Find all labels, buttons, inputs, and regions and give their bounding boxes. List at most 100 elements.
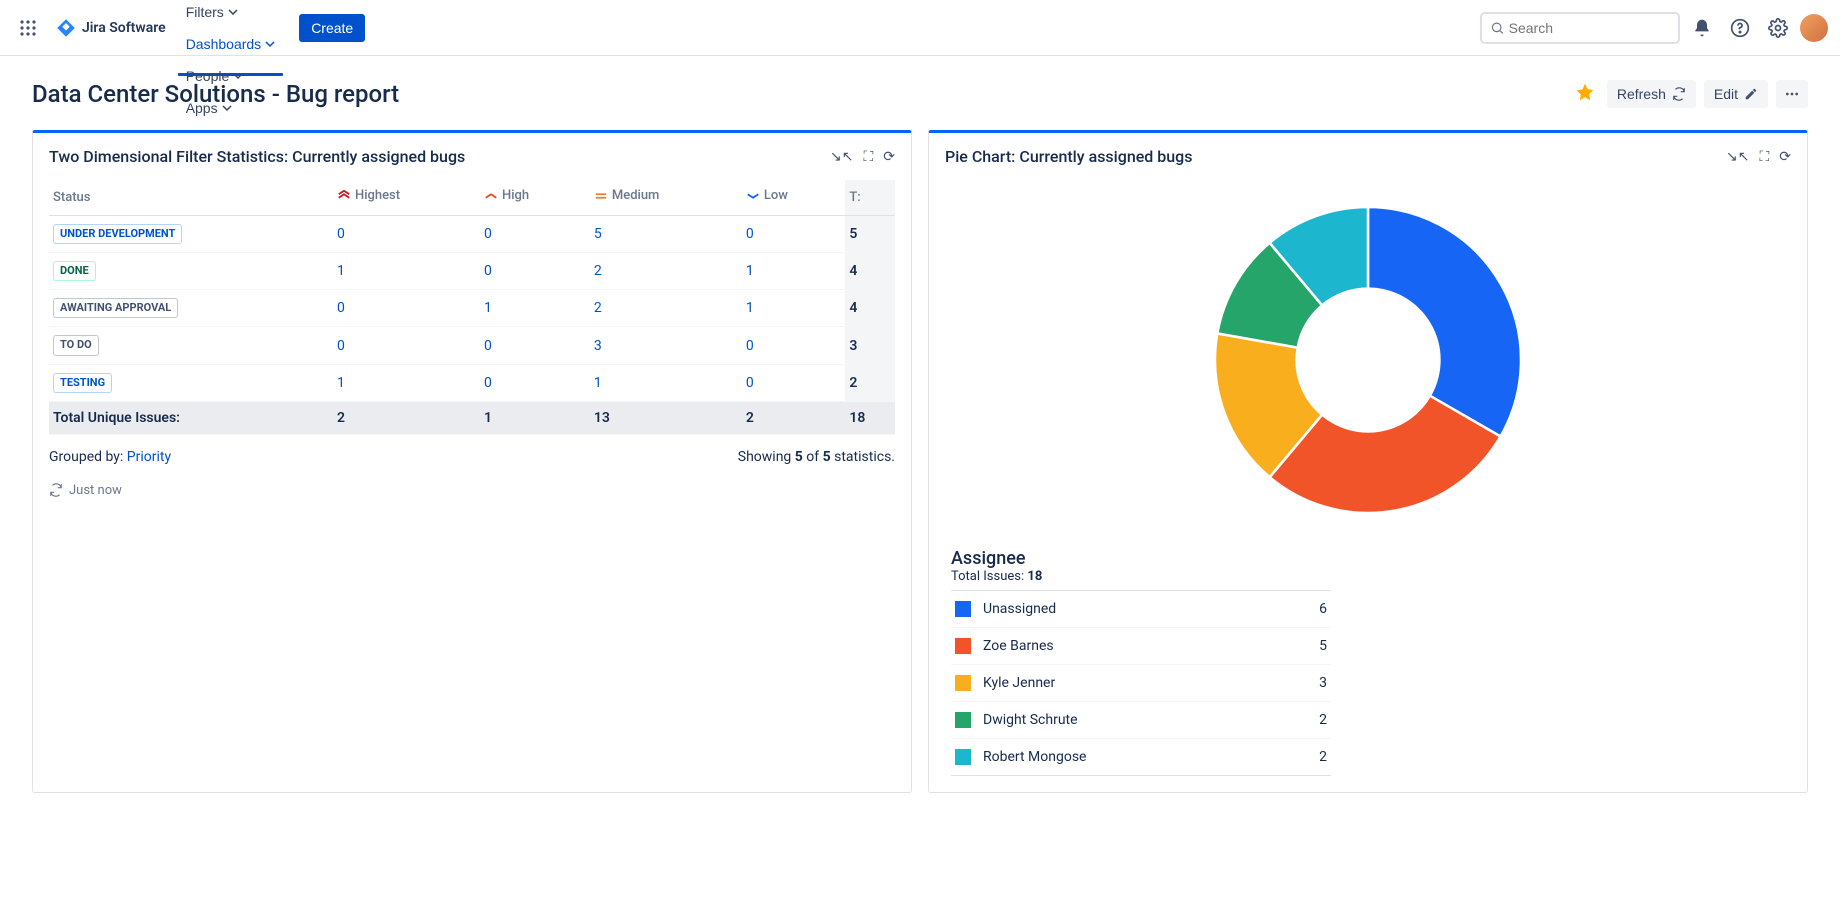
status-lozenge[interactable]: TO DO [53, 335, 99, 355]
legend-count: 5 [1319, 638, 1327, 654]
row-total: 3 [845, 327, 895, 364]
cell-link[interactable]: 1 [337, 375, 345, 391]
cell-link[interactable]: 0 [746, 375, 754, 391]
search-icon [1490, 20, 1505, 36]
legend-label: Robert Mongose [983, 749, 1086, 765]
table-row: TO DO 0 0 3 0 3 [49, 327, 895, 364]
col-status: Status [49, 180, 333, 215]
nav-people[interactable]: People [178, 60, 252, 92]
minimize-icon[interactable]: ↘↖ [830, 149, 853, 165]
table-row: UNDER DEVELOPMENT 0 0 5 0 5 [49, 215, 895, 252]
jira-logo[interactable]: Jira Software [48, 18, 174, 38]
chevron-down-icon [265, 39, 275, 49]
minimize-icon[interactable]: ↘↖ [1726, 149, 1749, 165]
more-button[interactable] [1776, 80, 1808, 108]
row-total: 4 [845, 290, 895, 327]
grouped-by: Grouped by: Priority [49, 449, 171, 465]
legend-label: Unassigned [983, 601, 1056, 617]
cell-link[interactable]: 0 [746, 226, 754, 242]
col-total: T: [845, 180, 895, 215]
grouped-by-link[interactable]: Priority [127, 449, 171, 465]
stats-table: Status Highest High Medium LowT: UNDER D… [49, 180, 895, 435]
cell-link[interactable]: 2 [594, 300, 602, 316]
cell-link[interactable]: 3 [594, 338, 602, 354]
legend-count: 6 [1319, 601, 1327, 617]
totals-row: Total Unique Issues:2113218 [49, 401, 895, 434]
cell-link[interactable]: 0 [337, 338, 345, 354]
legend-label: Dwight Schrute [983, 712, 1078, 728]
status-lozenge[interactable]: AWAITING APPROVAL [53, 298, 178, 318]
edit-label: Edit [1714, 86, 1738, 102]
legend-item[interactable]: Robert Mongose 2 [951, 738, 1331, 776]
color-swatch [955, 712, 971, 728]
cell-link[interactable]: 0 [746, 338, 754, 354]
refresh-icon [1672, 87, 1686, 101]
status-lozenge[interactable]: TESTING [53, 373, 112, 393]
notifications-icon[interactable] [1686, 12, 1718, 44]
priority-medium-icon: Medium [594, 188, 660, 203]
cell-link[interactable]: 0 [484, 338, 492, 354]
refresh-button[interactable]: Refresh [1607, 80, 1696, 108]
pie-slice[interactable] [1368, 207, 1521, 437]
priority-high-icon: High [484, 188, 529, 203]
legend-item[interactable]: Zoe Barnes 5 [951, 627, 1331, 664]
legend-count: 2 [1319, 749, 1327, 765]
legend-item[interactable]: Unassigned 6 [951, 590, 1331, 627]
cell-link[interactable]: 1 [594, 375, 602, 391]
cell-link[interactable]: 0 [337, 300, 345, 316]
nav-filters[interactable]: Filters [178, 0, 246, 28]
row-total: 2 [845, 364, 895, 401]
user-avatar[interactable] [1800, 14, 1828, 42]
edit-button[interactable]: Edit [1704, 80, 1768, 108]
help-icon[interactable] [1724, 12, 1756, 44]
legend-item[interactable]: Dwight Schrute2 [951, 701, 1331, 738]
cell-link[interactable]: 1 [746, 263, 754, 279]
product-name: Jira Software [82, 20, 166, 36]
refresh-small-icon [49, 483, 63, 497]
chevron-down-icon [228, 7, 238, 17]
gadget-two-dim-filter: Two Dimensional Filter Statistics: Curre… [32, 130, 912, 793]
color-swatch [955, 749, 971, 765]
gadget-title: Pie Chart: Currently assigned bugs [945, 147, 1192, 166]
reload-icon[interactable]: ⟳ [1779, 149, 1791, 165]
cell-link[interactable]: 0 [484, 375, 492, 391]
cell-link[interactable]: 0 [484, 226, 492, 242]
legend-item[interactable]: Kyle Jenner 3 [951, 664, 1331, 701]
search-input[interactable] [1505, 16, 1670, 40]
legend-title: Assignee [951, 548, 1791, 569]
search-box[interactable] [1480, 12, 1680, 44]
color-swatch [955, 601, 971, 617]
cell-link[interactable]: 2 [594, 263, 602, 279]
row-total: 5 [845, 215, 895, 252]
row-total: 4 [845, 252, 895, 289]
settings-icon[interactable] [1762, 12, 1794, 44]
legend-label: Zoe Barnes [983, 638, 1054, 654]
last-refresh[interactable]: Just now [49, 479, 895, 498]
status-lozenge[interactable]: DONE [53, 261, 96, 281]
table-row: DONE 1 0 2 1 4 [49, 252, 895, 289]
app-switcher[interactable] [12, 12, 44, 44]
refresh-label: Refresh [1617, 86, 1666, 102]
legend-subtitle: Total Issues: 18 [951, 569, 1791, 584]
nav-dashboards[interactable]: Dashboards [178, 28, 284, 60]
cell-link[interactable]: 1 [746, 300, 754, 316]
cell-link[interactable]: 5 [594, 226, 602, 242]
pencil-icon [1744, 87, 1758, 101]
maximize-icon[interactable]: ⛶ [863, 149, 873, 165]
nav-apps[interactable]: Apps [178, 92, 240, 124]
color-swatch [955, 638, 971, 654]
cell-link[interactable]: 0 [337, 226, 345, 242]
gadget-title: Two Dimensional Filter Statistics: Curre… [49, 147, 465, 166]
create-button[interactable]: Create [299, 14, 365, 42]
gadget-pie-chart: Pie Chart: Currently assigned bugs ↘↖ ⛶ … [928, 130, 1808, 793]
chevron-down-icon [233, 71, 243, 81]
maximize-icon[interactable]: ⛶ [1759, 149, 1769, 165]
cell-link[interactable]: 1 [484, 300, 492, 316]
cell-link[interactable]: 1 [337, 263, 345, 279]
legend-count: 3 [1319, 675, 1327, 691]
status-lozenge[interactable]: UNDER DEVELOPMENT [53, 224, 182, 244]
cell-link[interactable]: 0 [484, 263, 492, 279]
star-icon[interactable] [1571, 78, 1599, 110]
reload-icon[interactable]: ⟳ [883, 149, 895, 165]
legend-label: Kyle Jenner [983, 675, 1055, 691]
